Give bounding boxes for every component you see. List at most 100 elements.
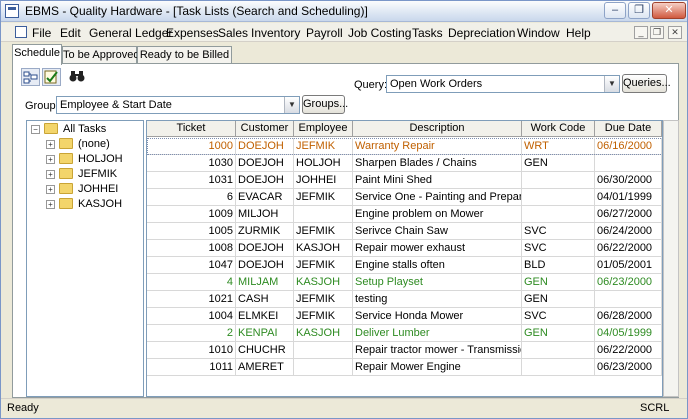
cell-due-date: 06/27/2000 — [595, 206, 662, 222]
queries-button[interactable]: Queries... — [622, 74, 671, 93]
menu-bar: File Edit General Ledger Expenses Sales Inven… — [1, 23, 687, 42]
table-row[interactable]: 1005 ZURMIK JEFMIK Serivce Chain Saw SVC 06/2… — [147, 223, 662, 240]
menu-general-ledger[interactable]: General Ledger — [89, 26, 172, 40]
table-row[interactable]: 1011 AMERET Repair Mower Engine 06/23/2000 — [147, 359, 662, 376]
column-header[interactable]: Employee — [294, 121, 353, 137]
column-header[interactable]: Description — [353, 121, 522, 137]
table-row[interactable]: 1010 CHUCHR Repair tractor mower - Transmi… — [147, 342, 662, 359]
tab-schedule[interactable]: Schedule — [12, 44, 62, 65]
binoculars-icon[interactable] — [69, 70, 85, 85]
chevron-down-icon[interactable]: ▼ — [604, 76, 619, 92]
task-grid[interactable]: Ticket Customer Employee Description Work Co… — [146, 120, 663, 397]
cell-ticket: 1004 — [147, 308, 236, 324]
vertical-scrollbar[interactable] — [663, 120, 679, 397]
table-row[interactable]: 1030 DOEJOH HOLJOH Sharpen Blades / Chains G… — [147, 155, 662, 172]
cell-customer: MILJOH — [236, 206, 294, 222]
cell-work-code — [522, 172, 595, 188]
table-row[interactable]: 1021 CASH JEFMIK testing GEN — [147, 291, 662, 308]
table-row[interactable]: 6 EVACAR JEFMIK Service One - Painting and … — [147, 189, 662, 206]
tree-node-label: JEFMIK — [78, 168, 118, 180]
cell-employee: KASJOH — [294, 325, 353, 341]
expand-icon[interactable]: + — [46, 200, 55, 209]
app-window: EBMS - Quality Hardware - [Task Lists (S… — [0, 0, 688, 419]
menu-sales[interactable]: Sales — [218, 26, 248, 40]
cell-ticket: 6 — [147, 189, 236, 205]
menu-file[interactable]: File — [32, 26, 51, 40]
folder-icon — [44, 123, 58, 134]
tree-node-label: HOLJOH — [78, 153, 123, 165]
cell-ticket: 1031 — [147, 172, 236, 188]
cell-ticket: 1000 — [147, 138, 236, 154]
cell-ticket: 1005 — [147, 223, 236, 239]
menu-inventory[interactable]: Inventory — [251, 26, 300, 40]
minimize-button[interactable]: – — [604, 2, 626, 19]
group-select[interactable]: Employee & Start Date ▼ — [56, 96, 300, 114]
table-row[interactable]: 1047 DOEJOH JEFMIK Engine stalls often BLD 01… — [147, 257, 662, 274]
cell-employee: KASJOH — [294, 240, 353, 256]
table-row[interactable]: 4MILJAMKASJOHSetup PlaysetGEN06/23/20000… — [147, 274, 662, 291]
menu-job-costing[interactable]: Job Costing — [348, 26, 411, 40]
expand-icon[interactable]: + — [46, 155, 55, 164]
cell-description: Serivce Chain Saw — [353, 223, 522, 239]
task-list-view-icon[interactable] — [42, 68, 61, 86]
table-row[interactable]: 1008 DOEJOH KASJOH Repair mower exhaust SVC 0… — [147, 240, 662, 257]
column-header[interactable]: Due Date — [595, 121, 662, 137]
task-tree[interactable]: − All Tasks + (none) + HOLJOH + JEFMIK + JOHHEI… — [26, 120, 144, 397]
schedule-view-icon[interactable] — [21, 68, 40, 86]
menu-expenses[interactable]: Expenses — [166, 26, 219, 40]
table-row[interactable]: 2 KENPAI KASJOH Deliver Lumber GEN 04/05/1999… — [147, 325, 662, 342]
table-row[interactable]: 1031 DOEJOH JOHHEI Paint Mini Shed 06/30/200… — [147, 172, 662, 189]
menu-tasks[interactable]: Tasks — [412, 26, 443, 40]
expand-icon[interactable]: + — [46, 185, 55, 194]
app-icon[interactable] — [5, 4, 19, 18]
group-value: Employee & Start Date — [60, 99, 172, 111]
restore-button[interactable]: ❐ — [628, 2, 650, 19]
mdi-close-button[interactable]: ✕ — [668, 26, 682, 39]
chevron-down-icon[interactable]: ▼ — [284, 97, 299, 113]
title-bar[interactable]: EBMS - Quality Hardware - [Task Lists (S… — [1, 1, 687, 22]
cell-due-date — [595, 155, 662, 171]
cell-customer: ZURMIK — [236, 223, 294, 239]
cell-ticket: 1030 — [147, 155, 236, 171]
cell-description: Service One - Painting and Preparing to … — [355, 189, 522, 205]
cell-description: Sharpen Blades / Chains — [353, 155, 522, 171]
cell-work-code: GEN — [522, 291, 595, 307]
cell-ticket: 2 — [147, 325, 236, 341]
cell-description: Repair mower exhaust — [353, 240, 522, 256]
cell-description: Setup Playset — [353, 274, 522, 290]
cell-due-date: 04/01/1999 — [595, 189, 662, 205]
mdi-restore-button[interactable]: ❐ — [650, 26, 664, 39]
column-header[interactable]: Ticket — [147, 121, 236, 137]
menu-depreciation[interactable]: Depreciation — [448, 26, 515, 40]
table-row[interactable]: 1004 ELMKEI JEFMIK Service Honda Mower SVC 06… — [147, 308, 662, 325]
cell-due-date: 06/23/2000 — [595, 274, 662, 290]
status-bar: Ready SCRL — [1, 398, 687, 418]
menu-help[interactable]: Help — [566, 26, 591, 40]
column-header[interactable]: Work Code — [522, 121, 595, 137]
expand-icon[interactable]: + — [46, 170, 55, 179]
table-row[interactable]: 1000 DOEJOH JEFMIK Warranty Repair WRT 06/16/… — [147, 138, 662, 155]
menu-window[interactable]: Window — [517, 26, 560, 40]
query-label: Query: — [354, 79, 388, 91]
collapse-icon[interactable]: − — [31, 125, 40, 134]
table-row[interactable]: 1009 MILJOH Engine problem on Mower 06/27/2… — [147, 206, 662, 223]
tab-ready-to-be-billed[interactable]: Ready to be Billed — [137, 46, 232, 64]
groups-button[interactable]: Groups... — [302, 95, 348, 114]
folder-icon — [59, 198, 73, 209]
tab-to-be-approved[interactable]: To be Approved — [62, 46, 139, 64]
cell-work-code: SVC — [522, 240, 595, 256]
cell-due-date: 06/16/2000 — [595, 138, 662, 154]
cell-due-date: 01/05/2001 — [595, 257, 662, 273]
cell-due-date: 06/23/2000 — [595, 359, 662, 375]
cell-employee: JEFMIK — [294, 189, 353, 205]
mdi-minimize-button[interactable]: _ — [634, 26, 648, 39]
close-button[interactable]: ✕ — [652, 2, 686, 19]
query-select[interactable]: Open Work Orders ▼ — [386, 75, 620, 93]
document-icon[interactable] — [15, 26, 27, 38]
cell-customer: CASH — [236, 291, 294, 307]
cell-due-date: 06/22/2000 — [595, 342, 662, 358]
column-header[interactable]: Customer — [236, 121, 294, 137]
expand-icon[interactable]: + — [46, 140, 55, 149]
menu-edit[interactable]: Edit — [60, 26, 81, 40]
menu-payroll[interactable]: Payroll — [306, 26, 343, 40]
